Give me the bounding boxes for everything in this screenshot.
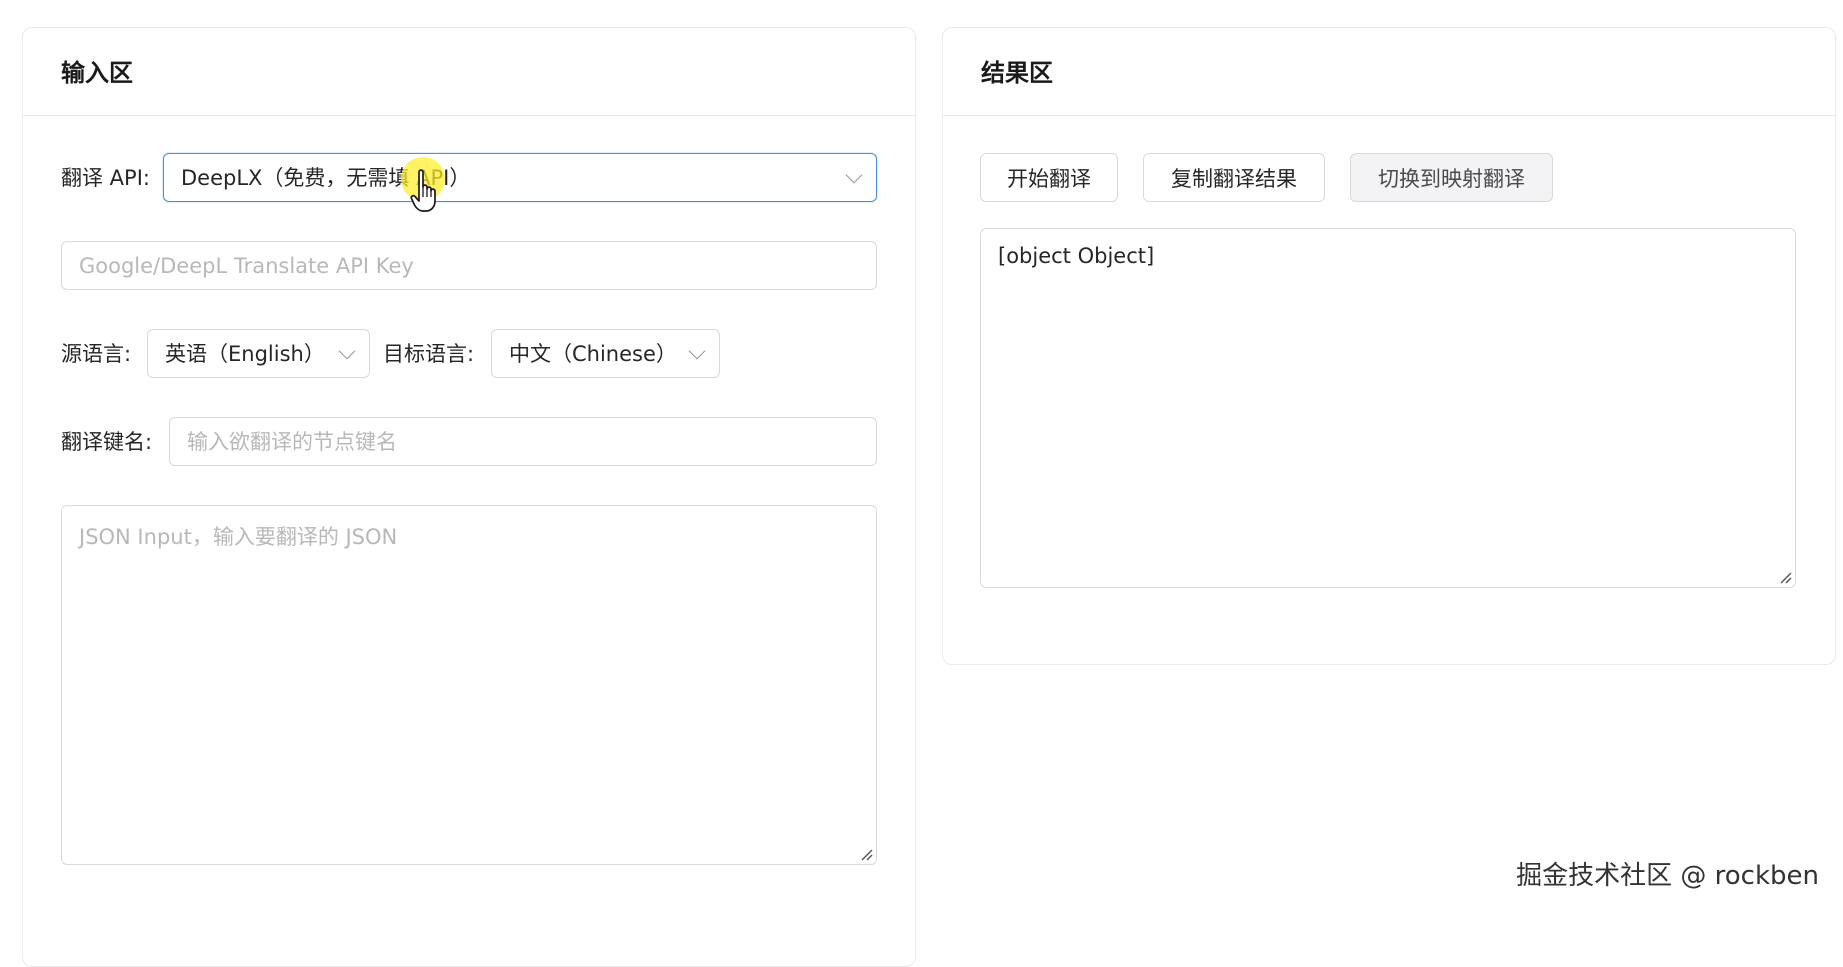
key-name-label: 翻译键名: <box>61 427 152 457</box>
result-textarea[interactable]: [object Object] <box>980 228 1796 588</box>
start-translate-button[interactable]: 开始翻译 <box>980 153 1118 202</box>
input-panel-title: 输入区 <box>61 58 133 88</box>
chevron-down-icon <box>689 342 706 359</box>
api-key-placeholder: Google/DeepL Translate API Key <box>79 252 414 280</box>
api-label: 翻译 API: <box>61 163 150 193</box>
key-name-placeholder: 输入欲翻译的节点键名 <box>187 428 397 456</box>
resize-grip-icon[interactable] <box>859 847 873 861</box>
key-name-input[interactable]: 输入欲翻译的节点键名 <box>169 417 877 466</box>
json-input-textarea[interactable]: JSON Input，输入要翻译的 JSON <box>61 505 877 865</box>
api-select[interactable]: DeepLX（免费，无需填 API） <box>163 153 877 202</box>
switch-mapping-button[interactable]: 切换到映射翻译 <box>1350 153 1553 202</box>
target-lang-value: 中文（Chinese） <box>509 340 677 368</box>
target-lang-select[interactable]: 中文（Chinese） <box>491 329 720 378</box>
json-input-placeholder: JSON Input，输入要翻译的 JSON <box>79 522 397 552</box>
api-key-input[interactable]: Google/DeepL Translate API Key <box>61 241 877 290</box>
hand-pointer-icon <box>410 168 444 214</box>
target-lang-label: 目标语言: <box>383 339 474 369</box>
resize-grip-icon[interactable] <box>1778 570 1792 584</box>
chevron-down-icon <box>846 166 863 183</box>
source-lang-select[interactable]: 英语（English） <box>147 329 370 378</box>
source-lang-value: 英语（English） <box>165 340 325 368</box>
result-value: [object Object] <box>998 241 1154 271</box>
watermark: 掘金技术社区 @ rockben <box>1516 855 1819 892</box>
chevron-down-icon <box>339 342 356 359</box>
source-lang-label: 源语言: <box>61 339 131 369</box>
copy-result-button[interactable]: 复制翻译结果 <box>1143 153 1325 202</box>
input-panel-header: 输入区 <box>23 28 915 116</box>
result-panel-title: 结果区 <box>981 58 1053 88</box>
result-panel-header: 结果区 <box>943 28 1835 116</box>
